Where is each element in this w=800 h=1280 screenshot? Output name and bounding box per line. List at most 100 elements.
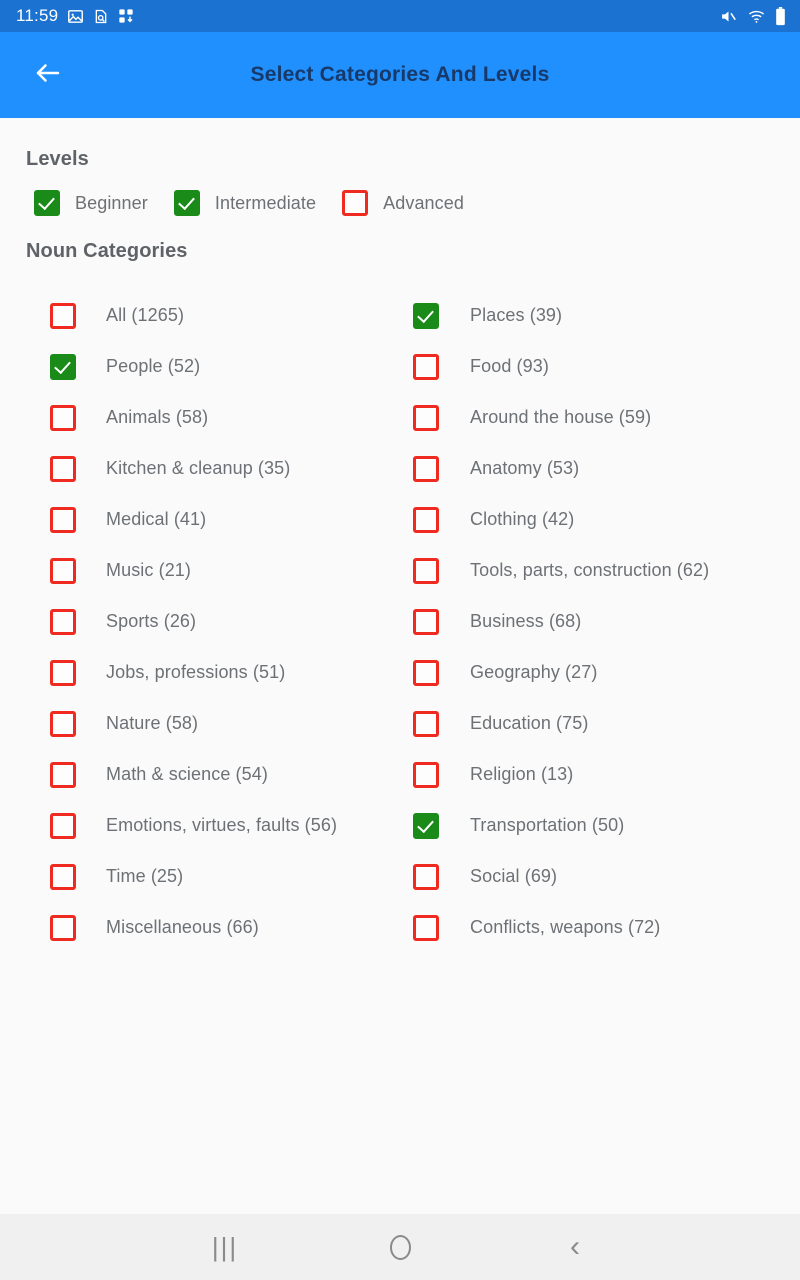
category-row[interactable]: Conflicts, weapons (72) bbox=[413, 902, 709, 953]
status-bar-left: 11:59 bbox=[16, 7, 134, 25]
category-label: Miscellaneous (66) bbox=[106, 917, 259, 937]
category-label: Places (39) bbox=[470, 305, 563, 325]
category-row[interactable]: Time (25) bbox=[50, 851, 337, 902]
category-label: Clothing (42) bbox=[470, 509, 575, 529]
category-row[interactable]: Transportation (50) bbox=[413, 800, 709, 851]
category-row[interactable]: Business (68) bbox=[413, 596, 709, 647]
category-checkbox[interactable] bbox=[413, 302, 439, 329]
category-checkbox[interactable] bbox=[50, 761, 76, 788]
category-row[interactable]: People (52) bbox=[50, 341, 337, 392]
levels-row: Beginner Intermediate Advanced bbox=[34, 190, 490, 216]
category-checkbox[interactable] bbox=[50, 863, 76, 890]
category-checkbox[interactable] bbox=[50, 557, 76, 584]
category-row[interactable]: Math & science (54) bbox=[50, 749, 337, 800]
category-checkbox[interactable] bbox=[413, 812, 439, 839]
category-checkbox[interactable] bbox=[50, 812, 76, 839]
category-checkbox[interactable] bbox=[50, 914, 76, 941]
category-row[interactable]: All (1265) bbox=[50, 290, 337, 341]
level-label-advanced: Advanced bbox=[383, 192, 464, 213]
status-bar-right bbox=[719, 6, 786, 26]
category-checkbox[interactable] bbox=[413, 659, 439, 686]
category-row[interactable]: Animals (58) bbox=[50, 392, 337, 443]
nav-back-button[interactable]: ‹ bbox=[495, 1214, 655, 1280]
checkbox-advanced[interactable] bbox=[342, 190, 369, 216]
category-label: Emotions, virtues, faults (56) bbox=[106, 815, 338, 835]
levels-section-title: Levels bbox=[26, 148, 89, 170]
category-label: Around the house (59) bbox=[470, 407, 652, 427]
category-checkbox[interactable] bbox=[413, 506, 439, 533]
category-row[interactable]: Medical (41) bbox=[50, 494, 337, 545]
category-row[interactable]: Places (39) bbox=[413, 290, 709, 341]
level-item-beginner[interactable]: Beginner bbox=[34, 190, 148, 216]
category-row[interactable]: Nature (58) bbox=[50, 698, 337, 749]
category-row[interactable]: Clothing (42) bbox=[413, 494, 709, 545]
category-label: Tools, parts, construction (62) bbox=[470, 560, 710, 580]
category-label: Education (75) bbox=[470, 713, 589, 733]
category-row[interactable]: Social (69) bbox=[413, 851, 709, 902]
category-row[interactable]: Anatomy (53) bbox=[413, 443, 709, 494]
category-row[interactable]: Tools, parts, construction (62) bbox=[413, 545, 709, 596]
category-label: Transportation (50) bbox=[470, 815, 625, 835]
mute-icon bbox=[719, 8, 738, 25]
category-checkbox[interactable] bbox=[413, 761, 439, 788]
category-label: Food (93) bbox=[470, 356, 549, 376]
category-checkbox[interactable] bbox=[50, 710, 76, 737]
back-button[interactable] bbox=[20, 47, 76, 103]
nav-home-button[interactable] bbox=[320, 1214, 480, 1280]
image-icon bbox=[67, 8, 84, 25]
category-row[interactable]: Religion (13) bbox=[413, 749, 709, 800]
category-row[interactable]: Jobs, professions (51) bbox=[50, 647, 337, 698]
category-checkbox[interactable] bbox=[50, 302, 76, 329]
content-area: Levels Beginner Intermediate Advanced No… bbox=[0, 118, 800, 1214]
category-checkbox[interactable] bbox=[413, 914, 439, 941]
category-label: Social (69) bbox=[470, 866, 558, 886]
category-checkbox[interactable] bbox=[413, 455, 439, 482]
category-row[interactable]: Music (21) bbox=[50, 545, 337, 596]
category-column-right: Places (39) Food (93) Around the house (59… bbox=[413, 290, 709, 953]
category-row[interactable]: Food (93) bbox=[413, 341, 709, 392]
level-item-intermediate[interactable]: Intermediate bbox=[173, 190, 317, 216]
level-item-advanced[interactable]: Advanced bbox=[342, 190, 464, 216]
category-label: People (52) bbox=[106, 356, 201, 376]
app-bar: Select Categories And Levels bbox=[0, 32, 800, 118]
android-navigation-bar: ||| ‹ bbox=[0, 1214, 800, 1280]
battery-icon bbox=[775, 6, 786, 26]
category-label: Anatomy (53) bbox=[470, 458, 580, 478]
category-checkbox[interactable] bbox=[50, 455, 76, 482]
category-label: Religion (13) bbox=[470, 764, 574, 784]
category-label: Kitchen & cleanup (35) bbox=[106, 458, 291, 478]
category-checkbox[interactable] bbox=[50, 353, 76, 380]
category-checkbox[interactable] bbox=[413, 353, 439, 380]
category-row[interactable]: Around the house (59) bbox=[413, 392, 709, 443]
category-label: Time (25) bbox=[106, 866, 184, 886]
checkbox-intermediate[interactable] bbox=[173, 190, 200, 216]
category-checkbox[interactable] bbox=[50, 608, 76, 635]
category-checkbox[interactable] bbox=[413, 710, 439, 737]
category-row[interactable]: Sports (26) bbox=[50, 596, 337, 647]
noun-categories-section-title: Noun Categories bbox=[26, 240, 188, 262]
category-checkbox[interactable] bbox=[50, 404, 76, 431]
category-checkbox[interactable] bbox=[413, 557, 439, 584]
category-label: Nature (58) bbox=[106, 713, 199, 733]
category-label: Jobs, professions (51) bbox=[106, 662, 286, 682]
category-label: Conflicts, weapons (72) bbox=[470, 917, 661, 937]
category-checkbox[interactable] bbox=[413, 608, 439, 635]
category-row[interactable]: Education (75) bbox=[413, 698, 709, 749]
category-row[interactable]: Kitchen & cleanup (35) bbox=[50, 443, 337, 494]
category-label: Sports (26) bbox=[106, 611, 197, 631]
level-label-beginner: Beginner bbox=[75, 192, 148, 213]
category-checkbox[interactable] bbox=[413, 404, 439, 431]
app-download-icon bbox=[118, 8, 134, 24]
category-row[interactable]: Miscellaneous (66) bbox=[50, 902, 337, 953]
category-row[interactable]: Geography (27) bbox=[413, 647, 709, 698]
back-arrow-icon bbox=[33, 58, 63, 93]
checkbox-beginner[interactable] bbox=[34, 190, 60, 216]
category-checkbox[interactable] bbox=[413, 863, 439, 890]
category-checkbox[interactable] bbox=[50, 659, 76, 686]
category-column-left: All (1265) People (52) Animals (58) Kitchen… bbox=[50, 290, 337, 953]
level-label-intermediate: Intermediate bbox=[214, 192, 317, 213]
nav-recents-button[interactable]: ||| bbox=[145, 1214, 305, 1280]
category-label: Business (68) bbox=[470, 611, 582, 631]
category-row[interactable]: Emotions, virtues, faults (56) bbox=[50, 800, 337, 851]
category-checkbox[interactable] bbox=[50, 506, 76, 533]
